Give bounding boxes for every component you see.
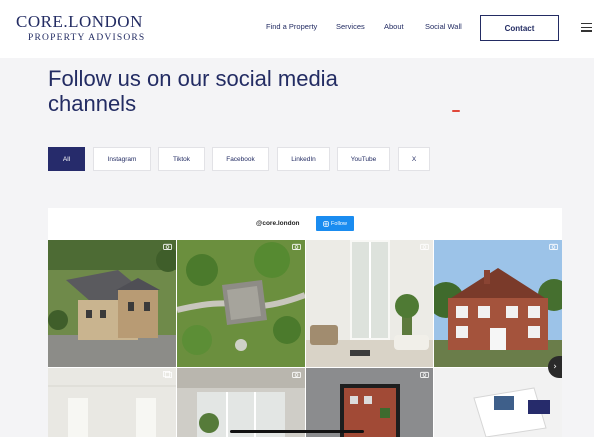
filter-tiktok[interactable]: Tiktok (158, 147, 205, 171)
nav-about[interactable]: About (384, 22, 404, 31)
camera-icon (163, 243, 172, 250)
bay-window-photo (177, 368, 305, 437)
page-title: Follow us on our social media channels (48, 66, 338, 116)
feed-post-bay-window[interactable] (177, 368, 305, 437)
filter-x[interactable]: X (398, 147, 430, 171)
interior-living-room-photo (306, 240, 433, 367)
empty-room-photo (48, 368, 176, 437)
instagram-icon (323, 220, 329, 227)
feed-post-aerial-house[interactable] (48, 240, 176, 367)
follow-button[interactable]: Follow (316, 216, 354, 231)
filter-facebook[interactable]: Facebook (212, 147, 269, 171)
accent-dash (452, 110, 460, 112)
nav-find-a-property[interactable]: Find a Property (266, 22, 317, 31)
framed-picture-photo (306, 368, 433, 437)
filter-all[interactable]: All (48, 147, 85, 171)
nav-services[interactable]: Services (336, 22, 365, 31)
site-header: CORE.LONDON PROPERTY ADVISORS Find a Pro… (0, 0, 594, 58)
feed-post-interior[interactable] (306, 240, 433, 367)
filter-linkedin[interactable]: LinkedIn (277, 147, 330, 171)
filter-instagram[interactable]: Instagram (93, 147, 151, 171)
feed-post-brick-house[interactable] (434, 240, 562, 367)
chevron-right-icon: › (553, 362, 557, 372)
home-indicator-bar (230, 430, 364, 433)
hamburger-menu-icon[interactable] (581, 23, 592, 32)
camera-icon (420, 243, 429, 250)
contact-button[interactable]: Contact (480, 15, 559, 41)
logo-text[interactable]: CORE.LONDON (16, 12, 143, 32)
aerial-house-photo (48, 240, 176, 367)
feed-post-framed-picture[interactable] (306, 368, 433, 437)
gallery-icon (163, 371, 172, 378)
feed-post-empty-room[interactable] (48, 368, 176, 437)
camera-icon (292, 243, 301, 250)
brochure-photo (434, 368, 562, 437)
filter-youtube[interactable]: YouTube (337, 147, 390, 171)
aerial-garden-photo (177, 240, 305, 367)
follow-label: Follow (331, 220, 347, 227)
camera-icon (420, 371, 429, 378)
camera-icon (292, 371, 301, 378)
logo-tagline: PROPERTY ADVISORS (28, 33, 146, 43)
account-handle[interactable]: @core.london (256, 220, 300, 227)
nav-social-wall[interactable]: Social Wall (425, 22, 462, 31)
camera-icon (549, 243, 558, 250)
brick-house-photo (434, 240, 562, 367)
feed-post-aerial-garden[interactable] (177, 240, 305, 367)
feed-post-brochure[interactable] (434, 368, 562, 437)
